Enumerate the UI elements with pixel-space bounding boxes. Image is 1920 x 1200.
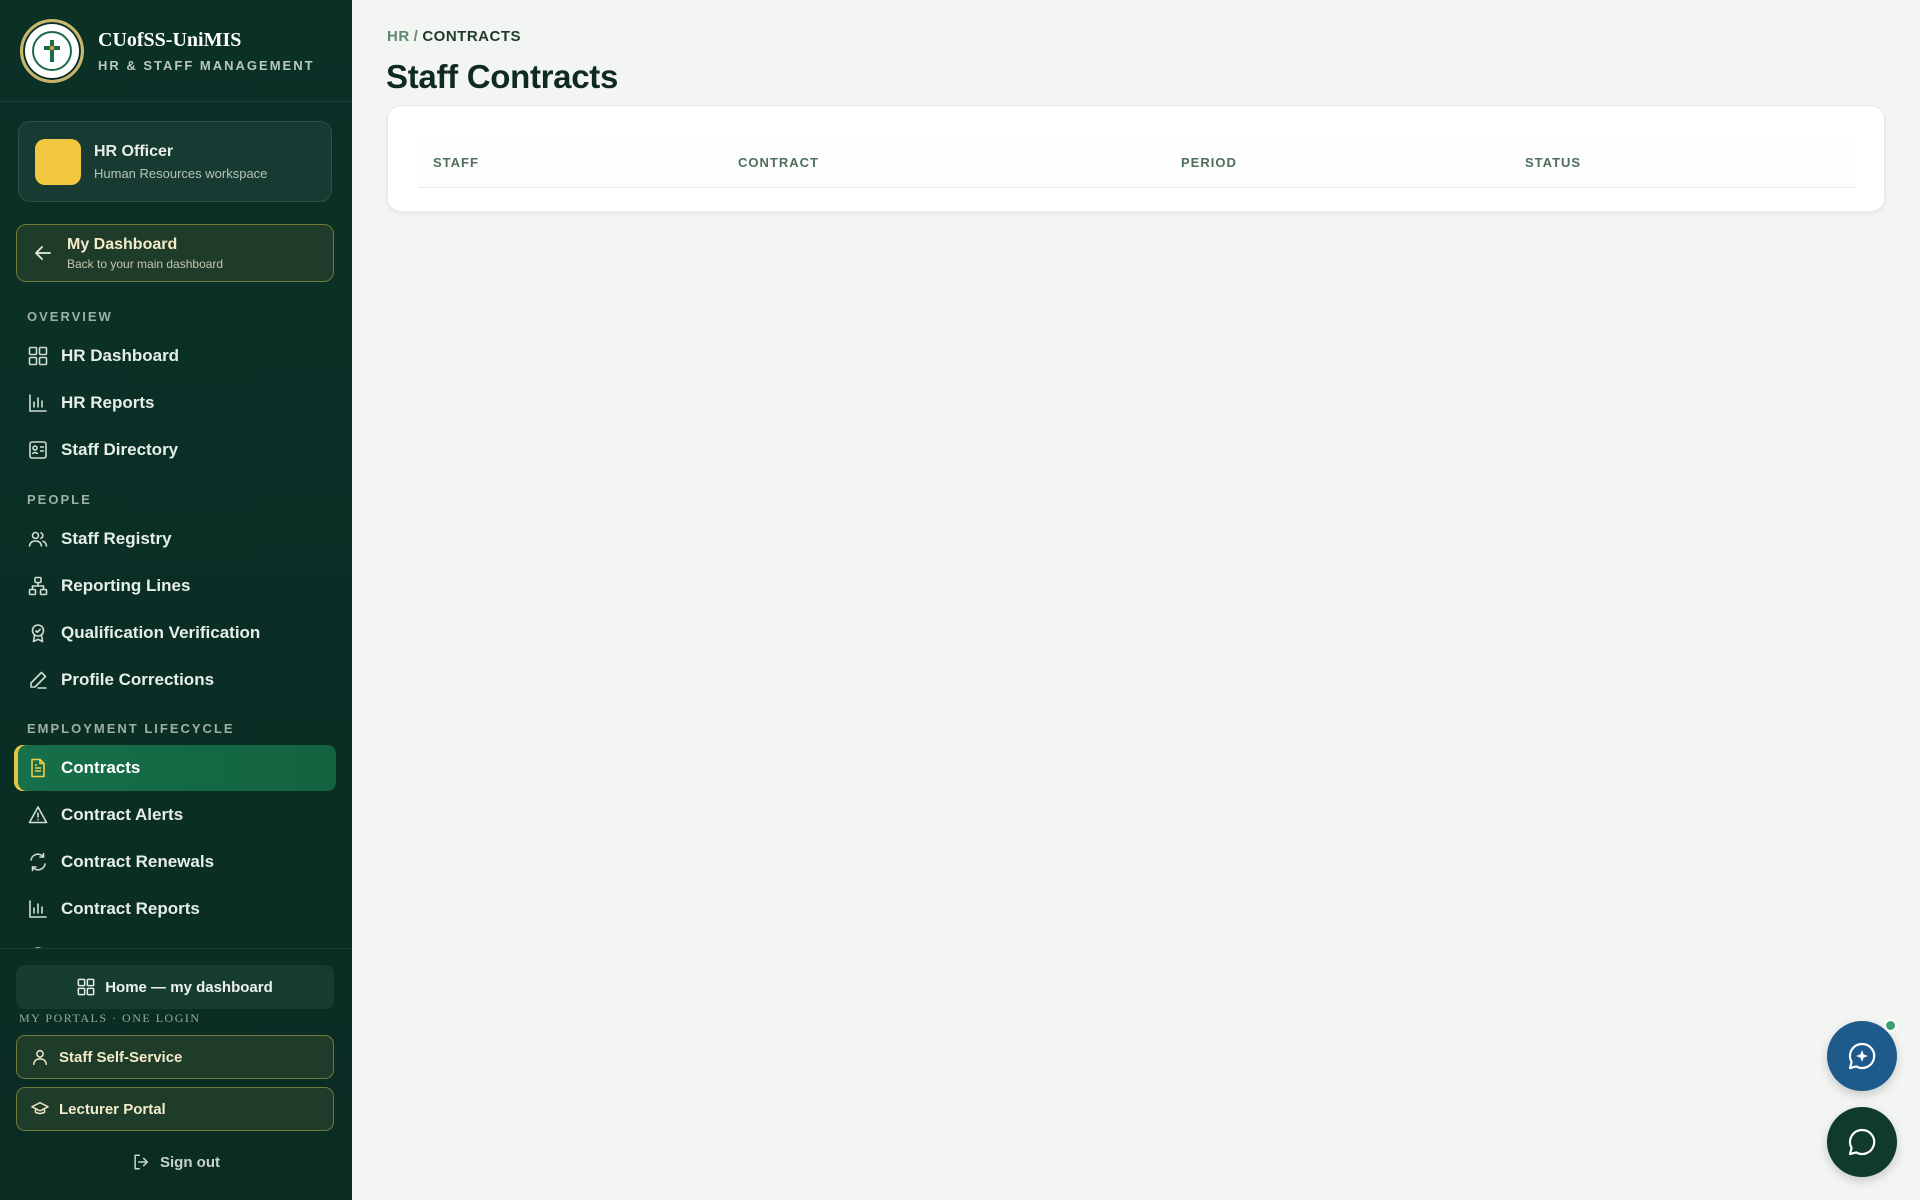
main-content: HR / CONTRACTS Staff Contracts STAFF CONTR…: [352, 0, 1920, 1200]
home-dashboard-button[interactable]: Home — my dashboard: [16, 965, 334, 1009]
home-dashboard-label: Home — my dashboard: [105, 978, 273, 996]
arrow-left-icon: [35, 246, 51, 260]
table-header: STAFF CONTRACT PERIOD STATUS: [418, 136, 1856, 188]
users-icon: [27, 528, 49, 550]
grid-icon: [27, 345, 49, 367]
bar-chart-icon: [27, 392, 49, 414]
sidebar-item-label: Staff Directory: [61, 440, 179, 459]
university-logo: [20, 18, 84, 83]
breadcrumb: HR / CONTRACTS: [387, 28, 521, 45]
contracts-table-card: STAFF CONTRACT PERIOD STATUS: [387, 105, 1885, 212]
sidebar-item-label: Contract Reports: [61, 899, 200, 918]
sidebar-item-label: Qualification Verification: [61, 623, 261, 642]
page-title: Staff Contracts: [386, 58, 619, 95]
section-label-overview: OVERVIEW: [27, 309, 113, 324]
ai-assistant-button[interactable]: [1827, 1021, 1897, 1091]
chat-button[interactable]: [1827, 1107, 1897, 1177]
brand-subtitle: HR & STAFF MANAGEMENT: [98, 57, 315, 73]
column-header-staff[interactable]: STAFF: [433, 155, 479, 170]
breadcrumb-current: CONTRACTS: [422, 28, 522, 45]
column-header-status[interactable]: STATUS: [1525, 155, 1581, 170]
id-card-icon: [27, 439, 49, 461]
user-icon: [32, 1049, 48, 1065]
portals-label: MY PORTALS · ONE LOGIN: [19, 1011, 201, 1025]
sign-out-label: Sign out: [160, 1153, 220, 1171]
sidebar-item-label: HR Reports: [61, 393, 155, 412]
sidebar-item-label: Contracts: [61, 758, 141, 777]
brand-header: CUofSS-UniMIS HR & STAFF MANAGEMENT: [0, 0, 352, 102]
staff-self-service-button[interactable]: Staff Self-Service: [16, 1035, 334, 1079]
column-header-contract[interactable]: CONTRACT: [738, 155, 819, 170]
sidebar: CUofSS-UniMIS HR & STAFF MANAGEMENT HR O…: [0, 0, 352, 1200]
bar-chart-icon: [27, 898, 49, 920]
user-card: HR Officer Human Resources workspace: [18, 121, 332, 202]
sidebar-item-partially-hidden[interactable]: [14, 933, 336, 948]
sidebar-item-contracts[interactable]: Contracts: [14, 745, 336, 791]
sidebar-nav[interactable]: OVERVIEW HR Dashboard HR Reports Staff D…: [0, 300, 352, 948]
sidebar-item-qualification-verification[interactable]: Qualification Verification: [14, 610, 336, 656]
sidebar-item-contract-renewals[interactable]: Contract Renewals: [14, 839, 336, 885]
column-header-period[interactable]: PERIOD: [1181, 155, 1237, 170]
ai-chat-sparkle-icon: [1848, 1042, 1876, 1070]
sidebar-item-staff-directory[interactable]: Staff Directory: [14, 427, 336, 473]
sidebar-item-label: Profile Corrections: [61, 670, 215, 689]
refresh-icon: [27, 851, 49, 873]
document-icon: [27, 757, 49, 779]
sidebar-item-label: Contract Alerts: [61, 805, 184, 824]
my-dashboard-title: My Dashboard: [67, 235, 178, 253]
pencil-icon: [27, 669, 49, 691]
sidebar-item-contract-reports[interactable]: Contract Reports: [14, 886, 336, 932]
graduation-cap-icon: [31, 1101, 49, 1115]
breadcrumb-separator: /: [413, 28, 419, 45]
sidebar-item-hr-dashboard[interactable]: HR Dashboard: [14, 333, 336, 379]
my-dashboard-subtitle: Back to your main dashboard: [67, 256, 224, 271]
section-label-employment-lifecycle: EMPLOYMENT LIFECYCLE: [27, 721, 235, 736]
sidebar-item-profile-corrections[interactable]: Profile Corrections: [14, 657, 336, 703]
breadcrumb-root[interactable]: HR: [387, 28, 410, 45]
user-role: HR Officer: [94, 142, 174, 160]
online-status-dot: [1884, 1019, 1897, 1032]
sign-out-button[interactable]: Sign out: [0, 1153, 352, 1171]
staff-self-service-label: Staff Self-Service: [59, 1048, 183, 1066]
section-label-people: PEOPLE: [27, 492, 92, 507]
sidebar-item-contract-alerts[interactable]: Contract Alerts: [14, 792, 336, 838]
sidebar-item-label: Staff Registry: [61, 529, 172, 548]
sidebar-item-reporting-lines[interactable]: Reporting Lines: [14, 563, 336, 609]
lecturer-portal-button[interactable]: Lecturer Portal: [16, 1087, 334, 1131]
sidebar-item-label: Reporting Lines: [61, 576, 191, 595]
sidebar-footer: Home — my dashboard MY PORTALS · ONE LOG…: [0, 948, 352, 1200]
avatar: [35, 138, 81, 185]
sidebar-item-staff-registry[interactable]: Staff Registry: [14, 516, 336, 562]
sidebar-item-label: HR Dashboard: [61, 346, 180, 365]
user-workspace: Human Resources workspace: [94, 165, 268, 181]
my-dashboard-button[interactable]: My Dashboard Back to your main dashboard: [16, 224, 334, 282]
sidebar-item-hr-reports[interactable]: HR Reports: [14, 380, 336, 426]
sidebar-item-label: Contract Renewals: [61, 852, 215, 871]
brand-name: CUofSS-UniMIS: [98, 28, 242, 51]
lecturer-portal-label: Lecturer Portal: [59, 1100, 166, 1118]
cross-emblem-icon: [44, 39, 60, 62]
award-badge-icon: [27, 622, 49, 644]
warning-triangle-icon: [27, 804, 49, 826]
grid-icon: [77, 978, 95, 996]
org-chart-icon: [27, 575, 49, 597]
logout-icon: [134, 1154, 149, 1170]
chat-bubble-icon: [1848, 1128, 1876, 1156]
